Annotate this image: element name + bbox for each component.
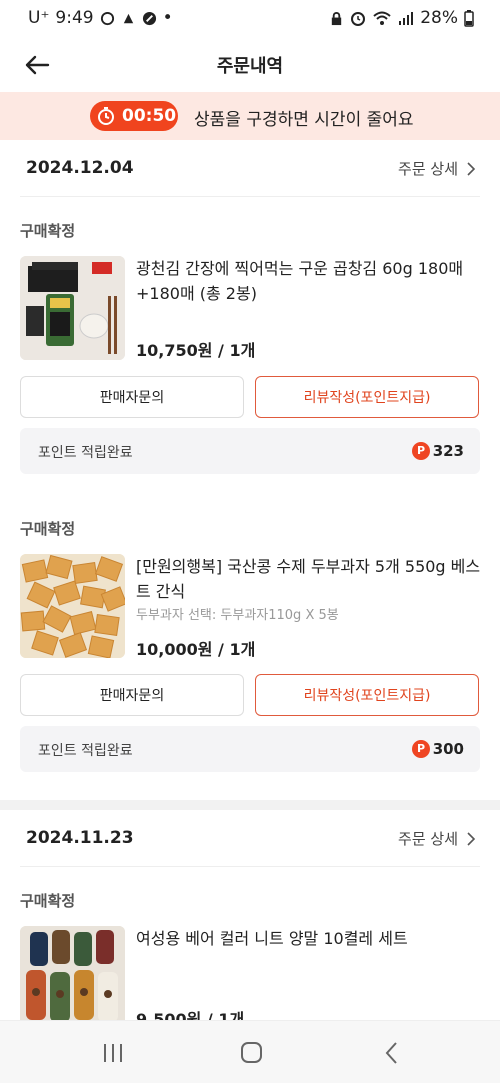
divider — [20, 196, 480, 197]
lock-icon — [332, 11, 342, 25]
carrier-label: U⁺ — [28, 8, 50, 28]
timer-banner[interactable]: 00:50 상품을 구경하면 시간이 줄어요 — [0, 92, 500, 140]
system-back-icon[interactable] — [378, 1039, 408, 1067]
seller-inquiry-button[interactable]: 판매자문의 — [20, 376, 244, 418]
product-price: 10,000원 / 1개 — [136, 640, 256, 659]
chevron-right-icon — [467, 831, 476, 846]
product-option: 두부과자 선택: 두부과자110g X 5봉 — [136, 608, 339, 623]
timer-clock-icon — [98, 107, 114, 125]
order-header: 2024.12.04 주문 상세 — [0, 140, 500, 196]
status-dot: • — [162, 8, 173, 28]
order-detail-label: 주문 상세 — [398, 160, 458, 178]
wifi-icon — [373, 11, 391, 25]
product-price: 10,750원 / 1개 — [136, 341, 256, 360]
order-header: 2024.11.23 주문 상세 — [0, 810, 500, 866]
points-label: 포인트 적립완료 — [38, 445, 133, 461]
points-value: 300 — [432, 740, 464, 758]
alarm-icon — [351, 12, 366, 26]
order-date: 2024.11.23 — [26, 828, 134, 848]
battery-icon — [464, 9, 474, 27]
battery-percent: 28% — [420, 8, 458, 28]
home-icon[interactable] — [236, 1039, 266, 1067]
app-bar: 주문내역 — [0, 38, 500, 92]
product-thumbnail[interactable] — [20, 926, 125, 1030]
points-box: 포인트 적립완료 P 323 — [20, 428, 480, 474]
order-date: 2024.12.04 — [26, 158, 134, 178]
point-coin-icon: P — [412, 740, 430, 758]
order-status: 구매확정 — [20, 520, 76, 538]
seaweed-product-image — [20, 256, 125, 360]
write-review-button[interactable]: 리뷰작성(포인트지급) — [255, 674, 479, 716]
notification-icon — [123, 13, 133, 23]
product-name[interactable]: 여성용 베어 컬러 니트 양말 10켤레 세트 — [136, 926, 481, 951]
points-value: 323 — [432, 442, 464, 460]
write-review-button[interactable]: 리뷰작성(포인트지급) — [255, 376, 479, 418]
section-separator — [0, 800, 500, 810]
divider — [20, 866, 480, 867]
status-bar: U⁺ 9:49 • 28% — [0, 0, 500, 38]
order-detail-link[interactable]: 주문 상세 — [398, 158, 476, 179]
point-coin-icon: P — [412, 442, 430, 460]
system-navigation-bar — [0, 1020, 500, 1083]
timer-value: 00:50 — [122, 106, 177, 126]
order-detail-label: 주문 상세 — [398, 830, 458, 848]
product-thumbnail[interactable] — [20, 256, 125, 360]
notification-icon — [142, 11, 156, 25]
order-status: 구매확정 — [20, 222, 76, 240]
signal-icon — [399, 12, 414, 25]
chevron-right-icon — [467, 161, 476, 176]
recent-apps-icon[interactable] — [98, 1039, 128, 1067]
points-label: 포인트 적립완료 — [38, 743, 133, 759]
status-bar-right: 28% — [329, 8, 474, 28]
seller-inquiry-button[interactable]: 판매자문의 — [20, 674, 244, 716]
timer-message: 상품을 구경하면 시간이 줄어요 — [194, 110, 414, 130]
tofu-snack-product-image — [20, 554, 125, 658]
order-status: 구매확정 — [20, 892, 76, 910]
page-title: 주문내역 — [216, 56, 284, 77]
socks-product-image — [20, 926, 125, 1030]
clock-time: 9:49 — [55, 8, 94, 28]
order-detail-link[interactable]: 주문 상세 — [398, 828, 476, 849]
points-box: 포인트 적립완료 P 300 — [20, 726, 480, 772]
status-bar-left: U⁺ 9:49 • — [28, 8, 173, 28]
product-name[interactable]: [만원의행복] 국산콩 수제 두부과자 5개 550g 베스트 간식 — [136, 554, 481, 604]
timer-pill: 00:50 — [90, 101, 178, 131]
notification-icon — [100, 11, 114, 25]
product-name[interactable]: 광천김 간장에 찍어먹는 구운 곱창김 60g 180매 +180매 (총 2봉… — [136, 256, 481, 306]
product-thumbnail[interactable] — [20, 554, 125, 658]
